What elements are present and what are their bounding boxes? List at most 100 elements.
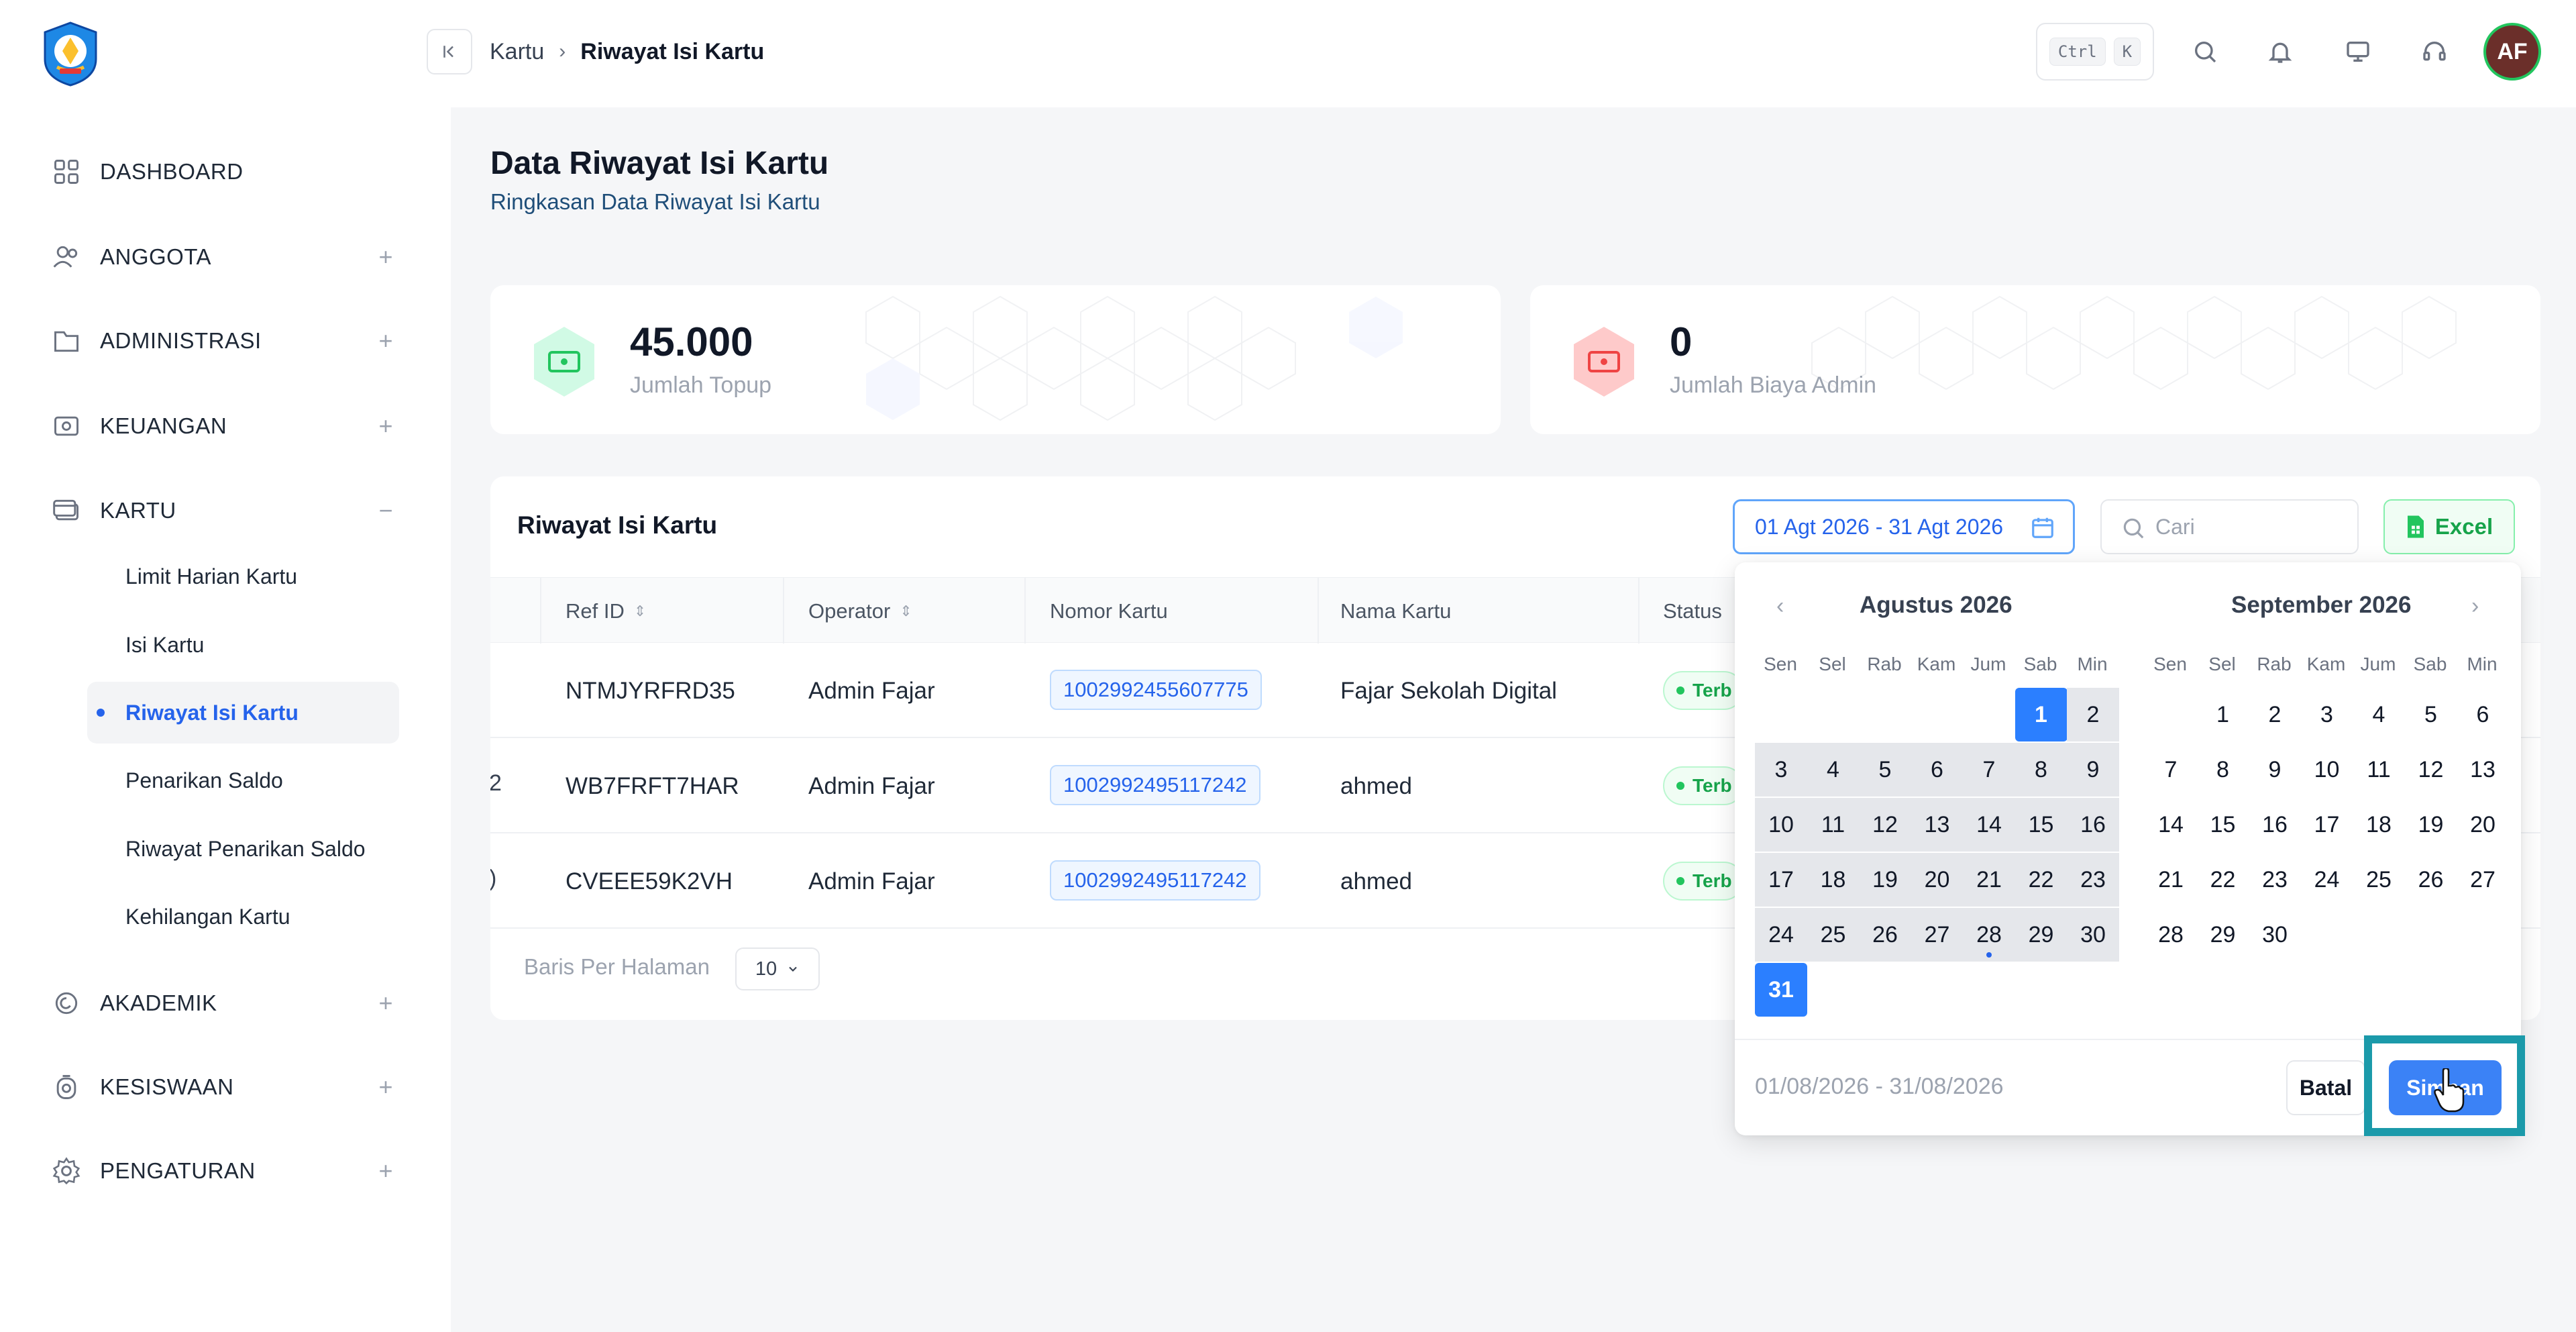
command-shortcut-button[interactable]: Ctrl K: [2036, 23, 2154, 81]
calendar-day[interactable]: 3: [1755, 743, 1807, 797]
calendar-day[interactable]: 15: [2197, 798, 2249, 852]
date-range-input[interactable]: 01 Agt 2026 - 31 Agt 2026: [1733, 499, 2075, 554]
bell-icon[interactable]: [2261, 32, 2300, 71]
sidebar-subitem-riwayat-isi-kartu[interactable]: Riwayat Isi Kartu: [87, 682, 399, 744]
sidebar-subitem-limit-harian-kartu[interactable]: Limit Harian Kartu: [87, 546, 399, 607]
calendar-day[interactable]: 28: [1963, 908, 2015, 962]
calendar-day[interactable]: 20: [1911, 853, 1964, 907]
sidebar-subitem-isi-kartu[interactable]: Isi Kartu: [87, 614, 399, 676]
calendar-day[interactable]: 25: [2353, 853, 2405, 907]
calendar-day[interactable]: 30: [2067, 908, 2119, 962]
calendar-day[interactable]: 19: [1859, 853, 1911, 907]
calendar-day[interactable]: 13: [1911, 798, 1964, 852]
calendar-day[interactable]: 3: [2301, 688, 2353, 741]
calendar-day[interactable]: 12: [2405, 743, 2457, 797]
sidebar-item-dashboard[interactable]: DASHBOARD: [50, 148, 399, 195]
sidebar-item-pengaturan[interactable]: PENGATURAN +: [50, 1147, 399, 1194]
calendar-day[interactable]: 17: [1755, 853, 1807, 907]
calendar-day[interactable]: 26: [2405, 853, 2457, 907]
calendar-day[interactable]: 18: [2353, 798, 2405, 852]
sidebar-item-akademik[interactable]: AKADEMIK +: [50, 980, 399, 1027]
monitor-icon[interactable]: [2339, 32, 2377, 71]
calendar-day[interactable]: 6: [1911, 743, 1964, 797]
expand-icon[interactable]: +: [372, 1073, 399, 1100]
column-header-ref-id[interactable]: Ref ID ⇕: [566, 599, 646, 623]
support-headset-icon[interactable]: [2415, 32, 2454, 71]
calendar-day[interactable]: 27: [2457, 853, 2509, 907]
calendar-day[interactable]: 12: [1859, 798, 1911, 852]
calendar-day[interactable]: 13: [2457, 743, 2509, 797]
calendar-day[interactable]: 31: [1755, 963, 1807, 1017]
calendar-day[interactable]: 10: [2301, 743, 2353, 797]
calendar-day[interactable]: 2: [2067, 688, 2119, 741]
collapse-icon[interactable]: −: [372, 497, 399, 524]
expand-icon[interactable]: +: [372, 327, 399, 354]
calendar-day[interactable]: 26: [1859, 908, 1911, 962]
calendar-day[interactable]: 20: [2457, 798, 2509, 852]
sidebar-item-administrasi[interactable]: ADMINISTRASI +: [50, 317, 399, 364]
calendar-day[interactable]: 2: [2249, 688, 2301, 741]
next-month-icon[interactable]: ›: [2471, 593, 2479, 619]
calendar-day[interactable]: 16: [2249, 798, 2301, 852]
rows-per-page-select[interactable]: 10: [735, 947, 820, 990]
calendar-day[interactable]: 22: [2197, 853, 2249, 907]
column-header-operator[interactable]: Operator ⇕: [808, 599, 912, 623]
calendar-day[interactable]: 11: [1807, 798, 1860, 852]
sidebar-subitem-kehilangan-kartu[interactable]: Kehilangan Kartu: [87, 886, 399, 947]
school-logo[interactable]: [37, 20, 104, 87]
calendar-day[interactable]: 10: [1755, 798, 1807, 852]
calendar-day[interactable]: 8: [2197, 743, 2249, 797]
calendar-day[interactable]: 17: [2301, 798, 2353, 852]
calendar-day[interactable]: 9: [2067, 743, 2119, 797]
calendar-day[interactable]: 15: [2015, 798, 2068, 852]
calendar-day[interactable]: 16: [2067, 798, 2119, 852]
calendar-day[interactable]: 8: [2015, 743, 2068, 797]
search-icon[interactable]: [2186, 32, 2224, 71]
calendar-day[interactable]: 23: [2249, 853, 2301, 907]
calendar-day[interactable]: 29: [2197, 908, 2249, 962]
calendar-day[interactable]: 4: [1807, 743, 1860, 797]
expand-icon[interactable]: +: [372, 243, 399, 270]
calendar-day[interactable]: 24: [2301, 853, 2353, 907]
sidebar-subitem-riwayat-penarikan-saldo[interactable]: Riwayat Penarikan Saldo: [87, 818, 399, 880]
calendar-day[interactable]: 29: [2015, 908, 2068, 962]
calendar-day[interactable]: 21: [1963, 853, 2015, 907]
calendar-day[interactable]: 30: [2249, 908, 2301, 962]
calendar-day[interactable]: 27: [1911, 908, 1964, 962]
sidebar-item-kartu[interactable]: KARTU −: [50, 487, 399, 534]
collapse-sidebar-button[interactable]: [427, 29, 472, 74]
sidebar-item-keuangan[interactable]: KEUANGAN +: [50, 403, 399, 450]
calendar-day[interactable]: 22: [2015, 853, 2068, 907]
calendar-day[interactable]: 1: [2197, 688, 2249, 741]
sidebar-item-anggota[interactable]: ANGGOTA +: [50, 234, 399, 280]
expand-icon[interactable]: +: [372, 989, 399, 1017]
user-avatar[interactable]: AF: [2483, 23, 2541, 81]
search-input[interactable]: Cari: [2100, 499, 2359, 554]
calendar-day[interactable]: 21: [2145, 853, 2197, 907]
calendar-day[interactable]: 11: [2353, 743, 2405, 797]
calendar-day[interactable]: 18: [1807, 853, 1860, 907]
sidebar-item-kesiswaan[interactable]: KESISWAAN +: [50, 1064, 399, 1111]
calendar-day[interactable]: 5: [1859, 743, 1911, 797]
expand-icon[interactable]: +: [372, 1157, 399, 1184]
calendar-day[interactable]: 4: [2353, 688, 2405, 741]
calendar-day[interactable]: 28: [2145, 908, 2197, 962]
calendar-day[interactable]: 25: [1807, 908, 1860, 962]
cancel-button[interactable]: Batal: [2286, 1060, 2365, 1115]
previous-month-icon[interactable]: ‹: [1776, 593, 1784, 619]
calendar-day[interactable]: 9: [2249, 743, 2301, 797]
calendar-day[interactable]: 14: [1963, 798, 2015, 852]
export-excel-button[interactable]: Excel: [2383, 499, 2515, 554]
calendar-day[interactable]: 14: [2145, 798, 2197, 852]
sidebar-subitem-penarikan-saldo[interactable]: Penarikan Saldo: [87, 750, 399, 811]
calendar-day[interactable]: 23: [2067, 853, 2119, 907]
expand-icon[interactable]: +: [372, 412, 399, 440]
calendar-day[interactable]: 5: [2405, 688, 2457, 741]
calendar-day[interactable]: 6: [2457, 688, 2509, 741]
calendar-day[interactable]: 7: [1963, 743, 2015, 797]
calendar-day[interactable]: 24: [1755, 908, 1807, 962]
breadcrumb-kartu[interactable]: Kartu: [490, 39, 544, 65]
calendar-day[interactable]: 1: [2015, 688, 2068, 741]
calendar-day[interactable]: 7: [2145, 743, 2197, 797]
calendar-day[interactable]: 19: [2405, 798, 2457, 852]
